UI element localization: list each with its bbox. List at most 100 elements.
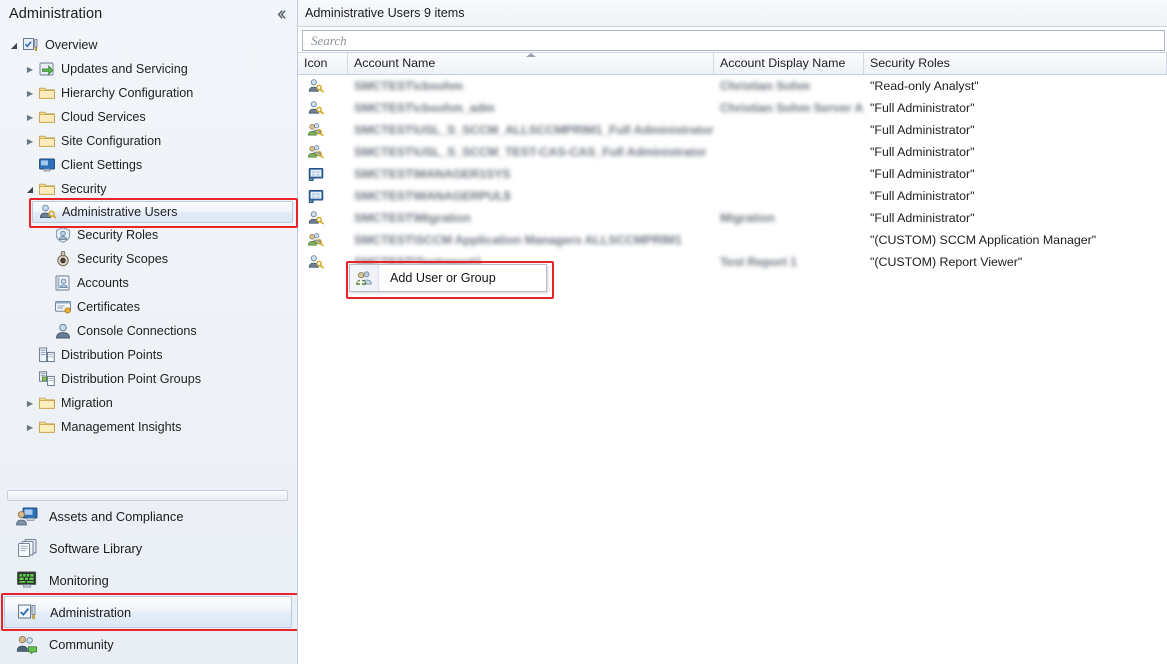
tree-item-administrative-users[interactable]: Administrative Users [32,201,293,223]
navigation-sidebar: Administration ◢ Overview ▶ Updates and Ser… [0,0,298,664]
workspace-button-label: Software Library [49,540,143,556]
chevron-right-icon[interactable]: ▶ [22,415,38,439]
search-input[interactable] [309,31,1164,50]
table-row[interactable]: SMCTEST\USL_S_SCCM_TEST-CAS-CAS_Full Adm… [298,141,1167,163]
group-key-icon [298,122,348,138]
tree-item-management-insights[interactable]: ▶ Management Insights [0,415,297,439]
tree-item-overview[interactable]: ◢ Overview [0,33,297,57]
community-icon [16,634,38,654]
distribution-point-icon [38,346,56,364]
search-bar [298,27,1167,53]
tree-item-label: Client Settings [61,158,143,172]
security-roles-icon [54,226,72,244]
folder-icon [38,132,56,150]
workspace-button-assets-and-compliance[interactable]: Assets and Compliance [4,500,292,532]
account-display-name-cell: Christian Sohm [720,79,811,93]
chevron-right-icon[interactable]: ▶ [22,81,38,105]
security-roles-cell: "Full Administrator" [870,211,975,225]
tree-item-distribution-points[interactable]: Distribution Points [0,343,297,367]
table-row[interactable]: SMCTEST\cbsohm_adm Christian Sohm Server … [298,97,1167,119]
security-roles-cell: "Full Administrator" [870,189,975,203]
chevron-right-icon[interactable]: ▶ [22,129,38,153]
workspace-button-label: Administration [50,604,132,620]
account-name-cell: SMCTEST\USL_S_SCCM_ALLSCCMPRIM1_Full Adm… [354,123,714,137]
main-content-pane: Administrative Users 9 items Icon Account… [298,0,1167,664]
certificates-icon [54,298,72,316]
security-roles-cell: "Read-only Analyst" [870,79,979,93]
table-row[interactable]: SMCTEST\USL_S_SCCM_ALLSCCMPRIM1_Full Adm… [298,119,1167,141]
tree-item-security-roles[interactable]: Security Roles [0,223,297,247]
table-row[interactable]: SMCTEST\MANAGERPUL$ "Full Administrator" [298,185,1167,207]
table-row[interactable]: SMCTEST\MANAGER1SYS "Full Administrator" [298,163,1167,185]
chevron-down-icon[interactable]: ◢ [22,177,38,201]
administration-icon [17,602,39,622]
tree-item-security[interactable]: ◢ Security [0,177,297,201]
dp-group-icon [38,370,56,388]
table-row[interactable]: SMCTEST\Migration Migration "Full Administ… [298,207,1167,229]
admin-users-icon [39,203,57,221]
column-header-account-name[interactable]: Account Name [348,53,714,74]
column-header-label: Security Roles [870,56,950,70]
tree-item-label: Updates and Servicing [61,62,188,76]
tree-item-label: Site Configuration [61,134,162,148]
navigation-tree: ◢ Overview ▶ Updates and Servicing ▶ Hierarch… [0,28,297,439]
tree-item-migration[interactable]: ▶ Migration [0,391,297,415]
chevron-right-icon[interactable]: ▶ [22,105,38,129]
account-name-cell: SMCTEST\Migration [354,211,471,225]
computer-icon [298,166,348,182]
tree-item-hierarchy-configuration[interactable]: ▶ Hierarchy Configuration [0,81,297,105]
tree-item-cloud-services[interactable]: ▶ Cloud Services [0,105,297,129]
account-name-cell: SMCTEST\cbsohm [354,79,463,93]
context-menu: Add User or Group [349,264,547,292]
tree-item-updates-and-servicing[interactable]: ▶ Updates and Servicing [0,57,297,81]
tree-item-site-configuration[interactable]: ▶ Site Configuration [0,129,297,153]
column-header-account-display-name[interactable]: Account Display Name [714,53,864,74]
workspace-button-community[interactable]: Community [4,628,292,660]
tree-item-label: Security Scopes [77,252,168,266]
tree-item-label: Migration [61,396,113,410]
workspace-button-label: Monitoring [49,572,109,588]
tree-item-label: Security [61,182,107,196]
grid-body: SMCTEST\cbsohm Christian Sohm "Read-only A… [298,75,1167,273]
monitoring-icon [16,570,38,590]
tree-item-label: Security Roles [77,228,159,242]
search-box[interactable] [302,30,1165,51]
table-row[interactable]: SMCTEST\SCCM Application Managers ALLSCC… [298,229,1167,251]
workspace-button-administration[interactable]: Administration [4,596,292,628]
chevron-right-icon[interactable]: ▶ [22,57,38,81]
sccm-console-window: Administration ◢ Overview ▶ Updates and Ser… [0,0,1167,664]
tree-item-label: Hierarchy Configuration [61,86,194,100]
table-row[interactable]: SMCTEST\cbsohm Christian Sohm "Read-only A… [298,75,1167,97]
tree-item-label: Distribution Point Groups [61,372,201,386]
user-key-icon [298,254,348,270]
tree-item-label: Cloud Services [61,110,146,124]
tree-item-certificates[interactable]: Certificates [0,295,297,319]
security-roles-cell: "(CUSTOM) SCCM Application Manager" [870,233,1097,247]
tree-item-distribution-point-groups[interactable]: Distribution Point Groups [0,367,297,391]
context-menu-item-label[interactable]: Add User or Group [379,271,496,285]
tree-item-console-connections[interactable]: Console Connections [0,319,297,343]
tree-item-security-scopes[interactable]: Security Scopes [0,247,297,271]
chevron-double-left-icon[interactable] [273,6,289,22]
workspace-button-software-library[interactable]: Software Library [4,532,292,564]
tree-item-label: Administrative Users [62,205,178,219]
column-header-security-roles[interactable]: Security Roles [864,53,1167,74]
column-header-label: Account Name [354,56,436,70]
account-name-cell: SMCTEST\SCCM Application Managers ALLSCC… [354,233,682,247]
overview-icon [22,36,40,54]
tree-item-client-settings[interactable]: Client Settings [0,153,297,177]
workspace-button-monitoring[interactable]: Monitoring [4,564,292,596]
user-key-icon [298,210,348,226]
tree-item-label: Accounts [77,276,129,290]
chevron-right-icon[interactable]: ▶ [22,391,38,415]
column-header-icon[interactable]: Icon [298,53,348,74]
chevron-down-icon[interactable]: ◢ [6,33,22,57]
folder-icon [38,108,56,126]
user-key-icon [298,100,348,116]
tree-item-accounts[interactable]: Accounts [0,271,297,295]
